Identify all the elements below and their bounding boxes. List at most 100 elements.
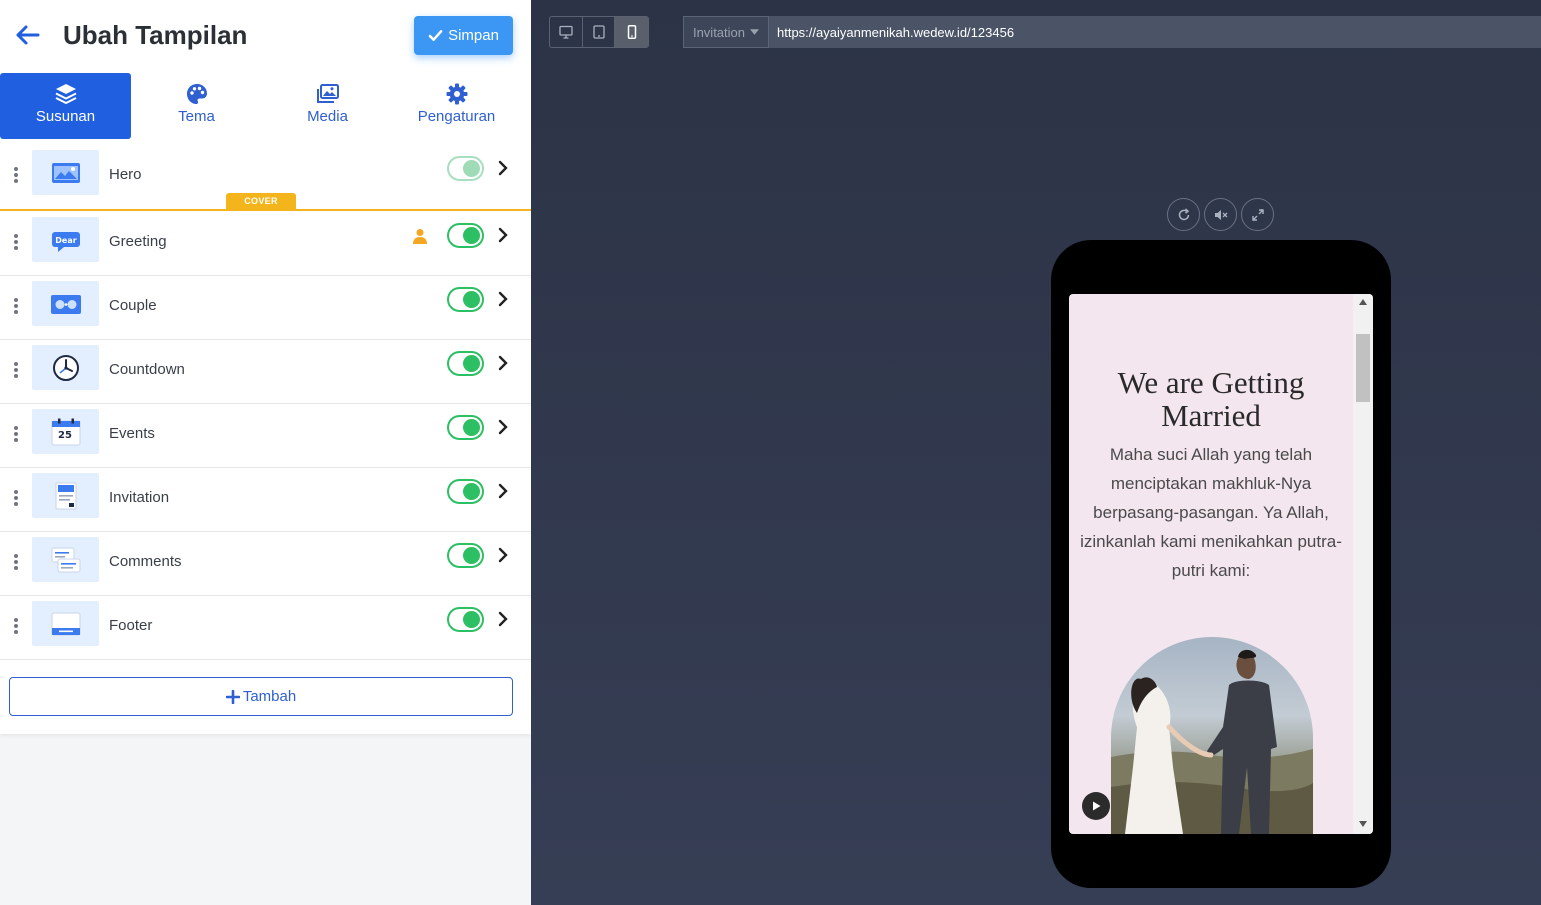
hero-image-icon (32, 150, 99, 195)
url-bar: Invitation https://ayaiyanmenikah.wedew.… (683, 16, 1541, 48)
chevron-right-icon[interactable] (497, 291, 509, 307)
add-button-label: Tambah (242, 688, 297, 705)
desktop-icon (559, 25, 573, 39)
section-label: Greeting (109, 233, 167, 250)
editor-panel: Ubah Tampilan Simpan Susunan Tema Media … (0, 0, 531, 905)
section-toggle[interactable] (447, 543, 484, 568)
tab-label: Tema (178, 108, 215, 125)
page-select[interactable]: Invitation (683, 16, 769, 48)
tab-label: Pengaturan (417, 108, 496, 125)
section-row-countdown[interactable]: Countdown (0, 340, 531, 404)
drag-handle-icon[interactable] (13, 554, 19, 572)
drag-handle-icon[interactable] (13, 298, 19, 316)
section-label: Hero (109, 166, 142, 183)
save-button[interactable]: Simpan (414, 16, 513, 55)
drag-handle-icon[interactable] (13, 618, 19, 636)
section-row-couple[interactable]: Couple (0, 276, 531, 340)
tab-label: Media (307, 108, 348, 125)
tablet-icon (592, 25, 605, 39)
tab-susunan[interactable]: Susunan (0, 73, 131, 139)
section-row-events[interactable]: 25 Events (0, 404, 531, 468)
mobile-icon (627, 25, 636, 39)
chevron-right-icon[interactable] (497, 227, 509, 243)
drag-handle-icon[interactable] (13, 362, 19, 380)
preview-url[interactable]: https://ayaiyanmenikah.wedew.id/123456 (777, 25, 1014, 40)
couple-illustration (1111, 649, 1313, 834)
tab-tema[interactable]: Tema (131, 73, 262, 139)
preview-scrollbar[interactable] (1353, 294, 1373, 834)
section-label: Footer (109, 617, 153, 634)
tab-pengaturan[interactable]: Pengaturan (391, 73, 522, 139)
back-button[interactable] (14, 24, 40, 46)
add-section-button[interactable]: Tambah (9, 677, 513, 716)
chevron-right-icon[interactable] (497, 160, 509, 176)
chevron-right-icon[interactable] (497, 419, 509, 435)
play-icon (1093, 801, 1101, 811)
cover-badge: COVER (226, 193, 296, 209)
user-icon (413, 229, 427, 244)
section-row-greeting[interactable]: Dear Greeting (0, 212, 531, 276)
tab-label: Susunan (35, 108, 96, 125)
drag-handle-icon[interactable] (13, 490, 19, 508)
scroll-thumb[interactable] (1356, 334, 1370, 402)
section-label: Events (109, 425, 155, 442)
phone-frame: We are Getting Married Maha suci Allah y… (1051, 240, 1391, 888)
svg-text:Dear: Dear (55, 236, 76, 245)
section-toggle[interactable] (447, 415, 484, 440)
arrow-left-icon (16, 25, 40, 45)
section-toggle[interactable] (447, 156, 484, 181)
couple-photo (1111, 637, 1313, 834)
chevron-right-icon[interactable] (497, 611, 509, 627)
layers-icon (55, 84, 76, 105)
desktop-view-button[interactable] (550, 17, 583, 47)
couple-icon (32, 281, 99, 326)
preview-panel: Invitation https://ayaiyanmenikah.wedew.… (531, 0, 1541, 905)
comments-icon (32, 537, 99, 582)
greeting-dear-icon: Dear (32, 217, 99, 262)
section-toggle[interactable] (447, 479, 484, 504)
calendar-day: 25 (58, 430, 72, 441)
drag-handle-icon[interactable] (13, 234, 19, 252)
mobile-view-button[interactable] (615, 17, 648, 47)
section-toggle[interactable] (447, 351, 484, 376)
section-label: Countdown (109, 361, 185, 378)
scroll-up-icon[interactable] (1359, 298, 1367, 306)
gear-icon (446, 83, 467, 105)
section-row-footer[interactable]: Footer (0, 596, 531, 660)
invitation-card-icon (32, 473, 99, 518)
chevron-right-icon[interactable] (497, 355, 509, 371)
invitation-body: Maha suci Allah yang telah menciptakan m… (1080, 445, 1342, 580)
section-toggle[interactable] (447, 223, 484, 248)
drag-handle-icon[interactable] (13, 426, 19, 444)
refresh-icon (1178, 207, 1189, 220)
section-row-invitation[interactable]: Invitation (0, 468, 531, 532)
chevron-right-icon[interactable] (497, 483, 509, 499)
expand-icon (1251, 208, 1264, 221)
mute-button[interactable] (1204, 198, 1237, 231)
chevron-right-icon[interactable] (497, 547, 509, 563)
music-play-button[interactable] (1082, 792, 1110, 820)
section-label: Couple (109, 297, 157, 314)
check-icon (428, 30, 443, 41)
plus-icon (225, 689, 240, 704)
section-label: Invitation (109, 489, 170, 506)
calendar-icon: 25 (32, 409, 99, 454)
invitation-preview[interactable]: We are Getting Married Maha suci Allah y… (1069, 294, 1373, 834)
media-controls (1167, 198, 1283, 231)
section-toggle[interactable] (447, 607, 484, 632)
drag-handle-icon[interactable] (13, 167, 19, 185)
section-label: Comments (109, 553, 182, 570)
device-switcher (549, 16, 649, 48)
refresh-button[interactable] (1167, 198, 1200, 231)
section-toggle[interactable] (447, 287, 484, 312)
invitation-title: We are Getting Married (1117, 365, 1305, 433)
scroll-down-icon[interactable] (1359, 820, 1367, 828)
page-title: Ubah Tampilan (63, 20, 248, 50)
section-row-comments[interactable]: Comments (0, 532, 531, 596)
tab-media[interactable]: Media (262, 73, 393, 139)
expand-button[interactable] (1241, 198, 1274, 231)
tablet-view-button[interactable] (583, 17, 616, 47)
caret-down-icon (750, 29, 760, 35)
mute-icon (1214, 209, 1227, 220)
palette-icon (186, 84, 207, 104)
